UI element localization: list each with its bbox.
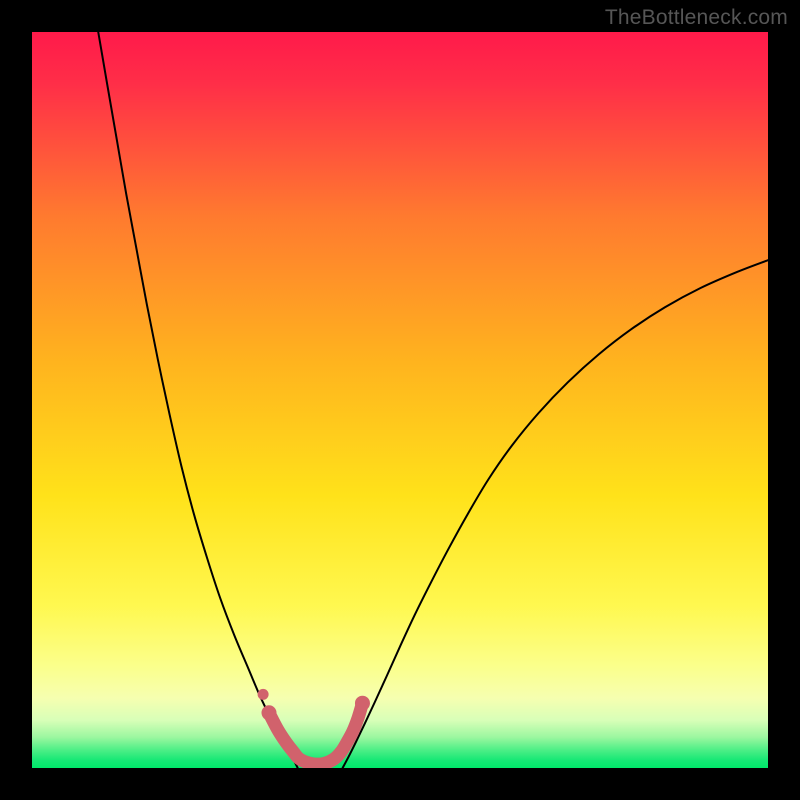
watermark-text: TheBottleneck.com [605, 6, 788, 30]
chart-frame: TheBottleneck.com [0, 0, 800, 800]
marker-dot [258, 689, 269, 700]
plot-background [32, 32, 768, 768]
valley-marker-end [261, 705, 276, 720]
bottleneck-chart [32, 32, 768, 768]
valley-marker-end [355, 696, 370, 711]
